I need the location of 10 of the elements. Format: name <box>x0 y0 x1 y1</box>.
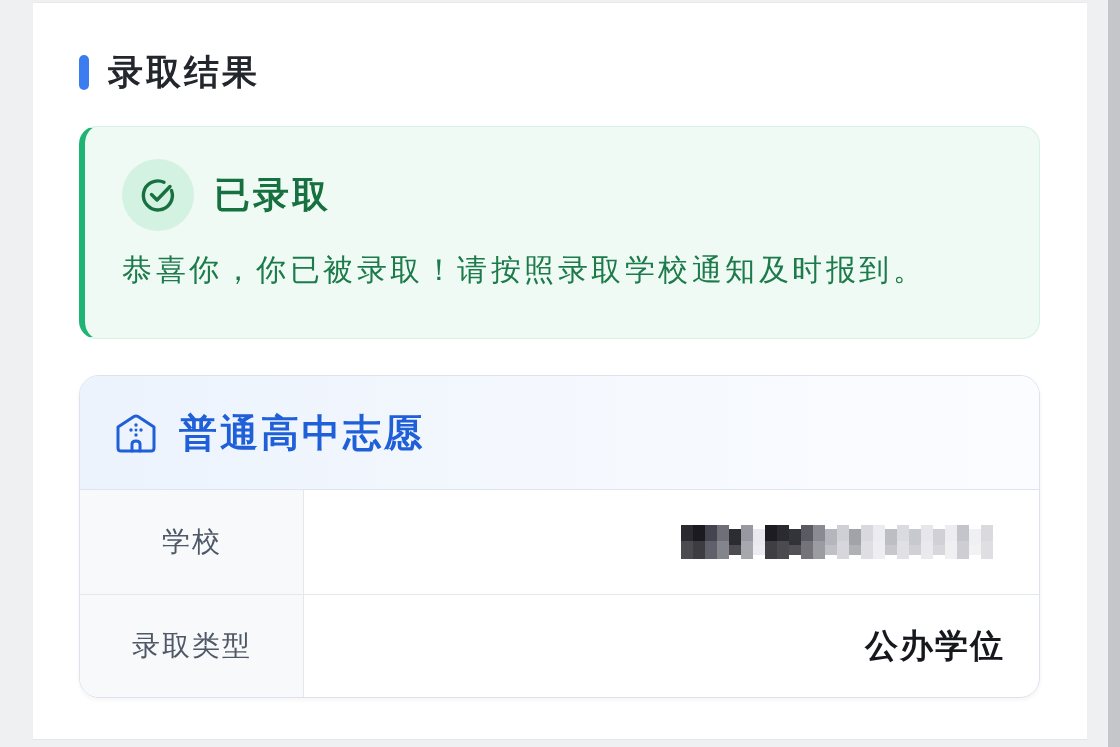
status-title: 已录取 <box>214 173 331 217</box>
check-circle-icon <box>122 159 194 231</box>
volunteer-title: 普通高中志愿 <box>179 409 425 456</box>
row-label: 录取类型 <box>80 595 304 697</box>
status-message: 恭喜你，你已被录取！请按照录取学校通知及时报到。 <box>122 251 927 289</box>
row-label: 学校 <box>80 490 304 594</box>
section-title: 录取结果 <box>108 51 260 93</box>
accent-bar <box>79 54 89 90</box>
admission-type-value: 公办学位 <box>865 624 1005 667</box>
school-building-icon <box>115 412 157 453</box>
